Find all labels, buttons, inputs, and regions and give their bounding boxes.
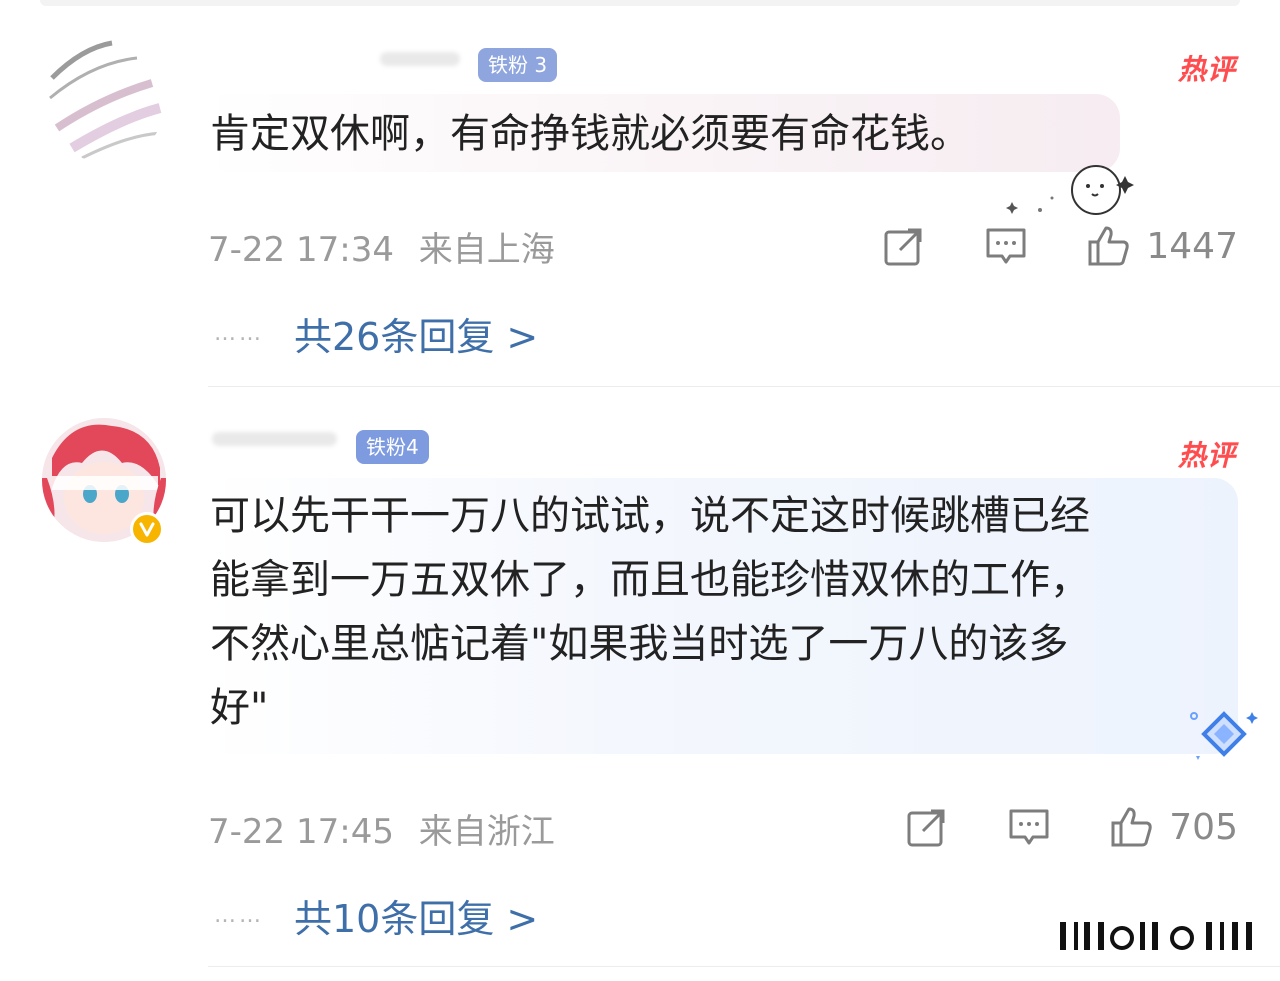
- comment-location: 来自浙江: [418, 812, 555, 852]
- comment-text: 可以先干干一万八的试试，说不定这时候跳槽已经 能拿到一万五双休了，而且也能珍惜双…: [210, 493, 1090, 731]
- avatar[interactable]: [42, 418, 166, 542]
- comment-actions: 1447: [826, 221, 1238, 271]
- comment-button[interactable]: [1005, 803, 1053, 851]
- reply-dots: ……: [214, 321, 264, 346]
- like-icon: [1088, 226, 1130, 266]
- top-divider: [40, 0, 1240, 6]
- like-count: 1447: [1146, 225, 1238, 267]
- hot-comment-badge: 热评: [1177, 53, 1236, 86]
- like-button[interactable]: 1447: [1084, 222, 1238, 270]
- comment-divider: [208, 966, 1280, 967]
- comment-divider: [208, 386, 1280, 387]
- comment-time: 7-22 17:34: [208, 230, 394, 270]
- comment-meta: 7-22 17:34 来自上海: [208, 222, 555, 271]
- reply-dots: ……: [214, 903, 264, 928]
- comment-button[interactable]: [982, 222, 1030, 270]
- share-button[interactable]: [903, 803, 951, 851]
- reply-summary[interactable]: …… 共10条回复 >: [214, 888, 538, 943]
- avatar[interactable]: [42, 38, 166, 162]
- share-icon: [907, 809, 945, 847]
- like-button[interactable]: 705: [1107, 803, 1238, 851]
- like-icon: [1111, 807, 1152, 847]
- fan-level-badge: 铁粉4: [356, 430, 429, 464]
- reply-summary[interactable]: …… 共26条回复 >: [214, 306, 538, 361]
- share-icon: [884, 228, 922, 266]
- comment-text: 肯定双休啊，有命挣钱就必须要有命花钱。: [210, 111, 970, 157]
- comment-item: 铁粉 3 热评 肯定双休啊，有命挣钱就必须要有命花钱。 7-22 17:34 来…: [0, 28, 1280, 388]
- comment-actions: 705: [849, 802, 1238, 852]
- view-replies-link[interactable]: 共10条回复 >: [294, 888, 538, 943]
- comment-meta: 7-22 17:45 来自浙江: [208, 804, 555, 853]
- hot-comment-badge: 热评: [1177, 439, 1236, 472]
- share-button[interactable]: [880, 222, 928, 270]
- username-blurred[interactable]: [380, 52, 460, 66]
- like-count: 705: [1169, 806, 1238, 848]
- comment-item: 铁粉4 热评 可以先干干一万八的试试，说不定这时候跳槽已经 能拿到一万五双休了，…: [0, 410, 1280, 970]
- comment-location: 来自上海: [418, 230, 555, 270]
- comment-icon: [986, 228, 1026, 264]
- fan-level-badge: 铁粉 3: [478, 48, 558, 82]
- view-replies-link[interactable]: 共26条回复 >: [294, 306, 538, 361]
- comment-time: 7-22 17:45: [208, 812, 394, 852]
- comment-icon: [1009, 809, 1049, 845]
- username-blurred[interactable]: [212, 432, 337, 446]
